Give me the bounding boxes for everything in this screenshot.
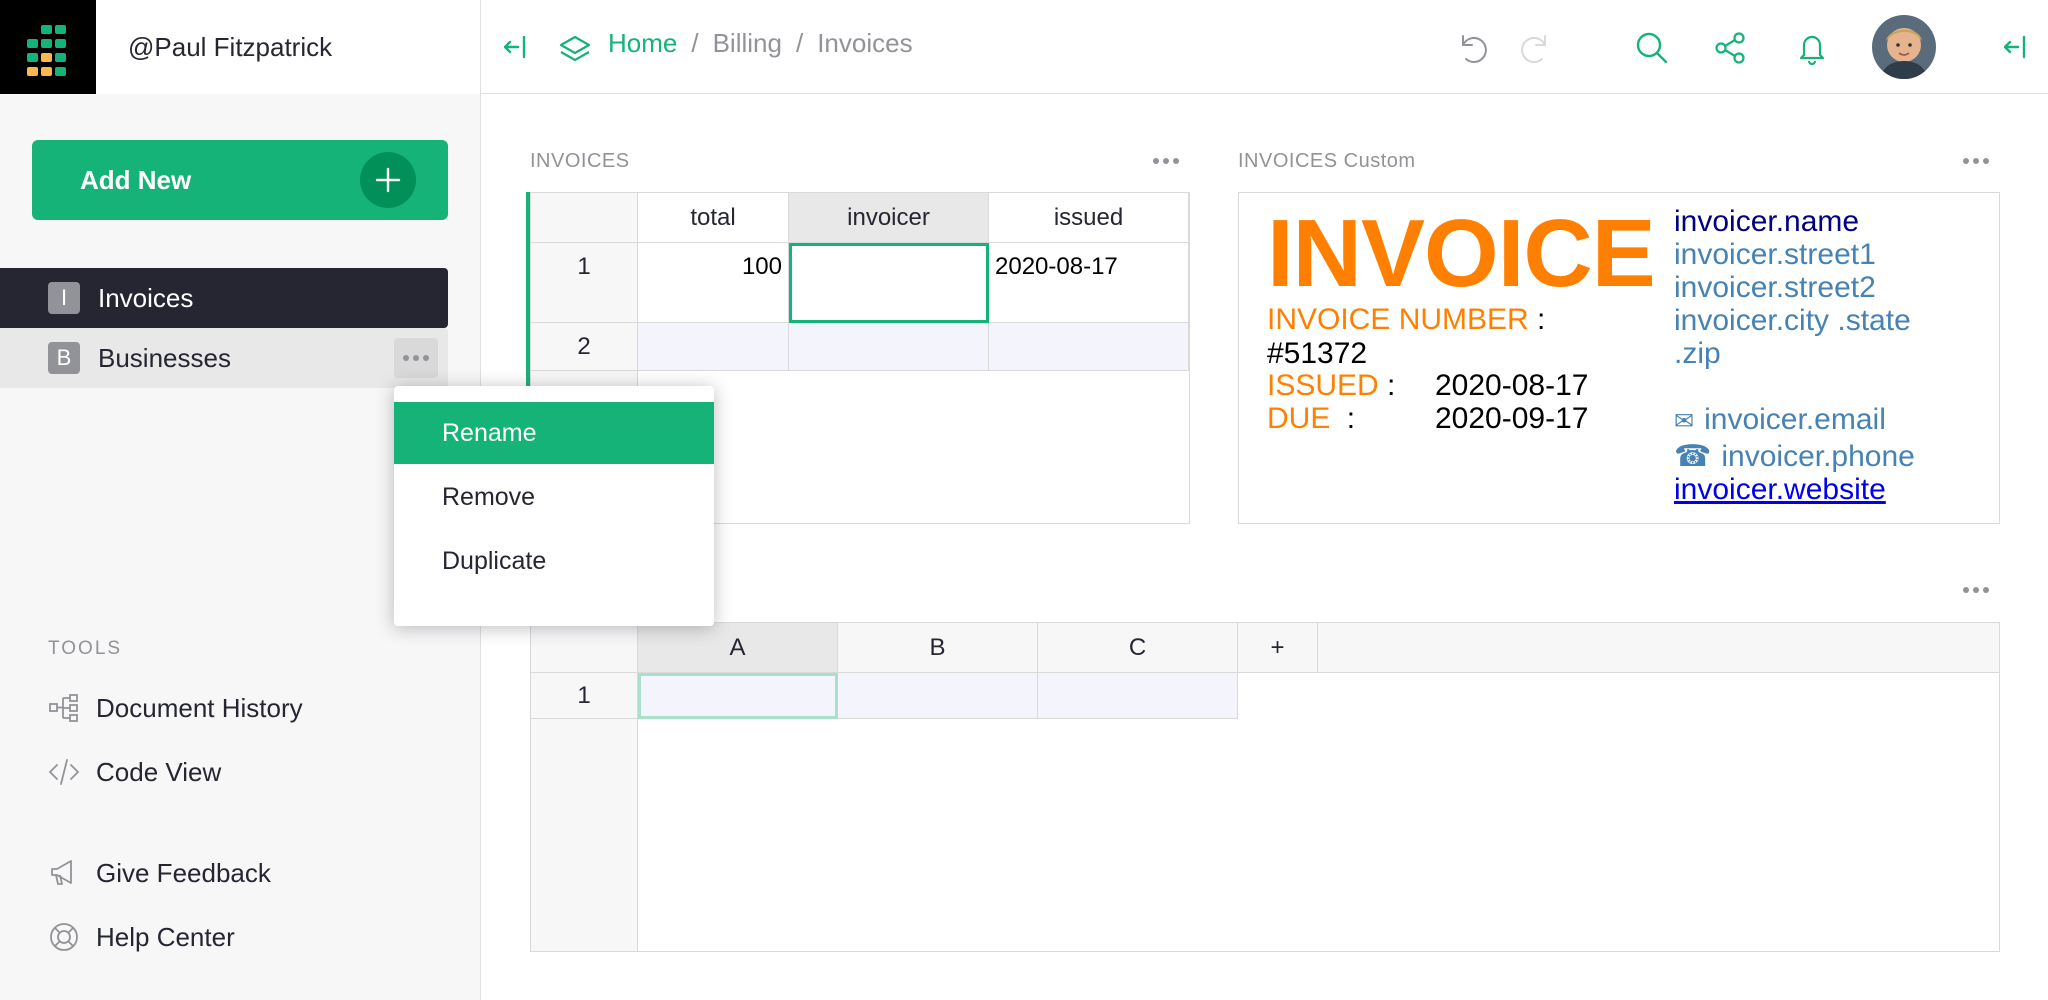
page-item-invoices[interactable]: I Invoices <box>0 268 448 328</box>
invoicer-city-state: invoicer.city .state <box>1674 304 1911 337</box>
grid-corner[interactable] <box>531 623 638 673</box>
section-title-invoices: INVOICES <box>530 150 630 172</box>
column-header-invoicer[interactable]: invoicer <box>789 193 989 243</box>
invoicer-phone-line: ☎ invoicer.phone <box>1674 439 1915 474</box>
breadcrumb-home[interactable]: Home <box>608 28 677 59</box>
menu-item-remove[interactable]: Remove <box>394 466 714 528</box>
invoicer-street2: invoicer.street2 <box>1674 271 1876 304</box>
section-menu-dots-icon[interactable] <box>1956 146 1996 176</box>
breadcrumb-invoices[interactable]: Invoices <box>817 28 912 59</box>
invoicer-email-line: ✉ invoicer.email <box>1674 403 1886 437</box>
share-icon[interactable] <box>1710 28 1750 68</box>
page-label: Businesses <box>98 342 231 373</box>
tool-label: Code View <box>96 756 222 787</box>
issued-label: ISSUED <box>1267 369 1379 402</box>
row-number[interactable]: 1 <box>531 243 638 323</box>
tool-label: Give Feedback <box>96 857 271 888</box>
table-cell-total[interactable]: 100 <box>638 243 789 323</box>
plus-icon <box>360 152 416 208</box>
page-context-menu: Rename Remove Duplicate <box>394 386 714 626</box>
section-menu-dots-icon[interactable] <box>1146 146 1186 176</box>
issued-line: ISSUED : <box>1267 369 1395 403</box>
table-cell-issued[interactable]: 2020-08-17 <box>989 243 1189 323</box>
add-column-button[interactable]: + <box>1238 623 1318 673</box>
column-header-issued[interactable]: issued <box>989 193 1189 243</box>
redo-icon[interactable] <box>1516 28 1556 68</box>
document-history-icon <box>48 692 80 724</box>
user-avatar[interactable] <box>1872 15 1936 79</box>
page-label: Invoices <box>98 282 194 313</box>
column-header-c[interactable]: C <box>1038 623 1238 673</box>
invoicer-email: invoicer.email <box>1704 403 1886 436</box>
menu-item-rename[interactable]: Rename <box>394 402 714 464</box>
tool-label: Document History <box>96 692 303 723</box>
table-cell-a-selected[interactable] <box>638 673 838 719</box>
colon: : <box>1537 303 1546 336</box>
tool-label: Help Center <box>96 921 235 952</box>
column-header-b[interactable]: B <box>838 623 1038 673</box>
section-title-custom: INVOICES Custom <box>1238 150 1416 172</box>
tool-code-view[interactable]: Code View <box>48 752 221 792</box>
row-number[interactable]: 1 <box>531 673 638 719</box>
add-new-button[interactable]: Add New <box>32 140 448 220</box>
tools-heading: TOOLS <box>48 638 123 659</box>
app-logo[interactable] <box>0 0 96 94</box>
invoicer-website-link[interactable]: invoicer.website <box>1674 473 1886 507</box>
lifebuoy-icon <box>48 921 80 953</box>
column-header-total[interactable]: total <box>638 193 789 243</box>
breadcrumb-billing[interactable]: Billing <box>713 28 782 59</box>
table-cell-invoicer-selected[interactable] <box>789 243 989 323</box>
tool-help-center[interactable]: Help Center <box>48 917 235 957</box>
page-item-businesses[interactable]: B Businesses <box>0 328 448 388</box>
table-cell-new[interactable] <box>1038 673 1238 719</box>
table-cell-new[interactable] <box>838 673 1038 719</box>
invoicer-name: invoicer.name <box>1674 205 1860 238</box>
page-menu-dots-icon[interactable] <box>394 338 438 378</box>
table-cell-new[interactable] <box>989 323 1189 371</box>
colon: : <box>1346 402 1356 435</box>
grist-logo-icon <box>27 25 66 76</box>
phone-icon: ☎ <box>1674 440 1712 473</box>
breadcrumb-separator: / <box>795 28 804 58</box>
colon: : <box>1387 369 1396 402</box>
invoice-number-label: INVOICE NUMBER <box>1267 303 1529 336</box>
table-cell-new[interactable] <box>638 323 789 371</box>
bottom-grid: A B C + 1 <box>530 622 2000 952</box>
grid-corner[interactable] <box>531 193 638 243</box>
due-label: DUE <box>1267 402 1331 435</box>
collapse-left-panel-icon[interactable] <box>498 30 532 64</box>
due-line: DUE : <box>1267 402 1355 436</box>
breadcrumb-separator: / <box>691 28 699 58</box>
add-new-label: Add New <box>80 164 192 195</box>
tool-give-feedback[interactable]: Give Feedback <box>48 853 271 893</box>
invoicer-street1: invoicer.street1 <box>1674 238 1876 271</box>
due-value: 2020-09-17 <box>1435 402 1589 435</box>
section-menu-dots-icon[interactable] <box>1956 575 1996 605</box>
invoicer-zip: .zip <box>1674 337 1721 370</box>
envelope-icon: ✉ <box>1674 408 1695 435</box>
column-header-a[interactable]: A <box>638 623 838 673</box>
search-icon[interactable] <box>1632 28 1672 68</box>
page-initial-badge: B <box>48 342 80 374</box>
breadcrumb: Home / Billing / Invoices <box>596 28 913 59</box>
page-initial-badge: I <box>48 282 80 314</box>
tool-document-history[interactable]: Document History <box>48 688 303 728</box>
megaphone-icon <box>48 857 80 889</box>
issued-value: 2020-08-17 <box>1435 369 1589 402</box>
code-icon <box>48 756 80 788</box>
account-name[interactable]: @Paul Fitzpatrick <box>128 32 332 63</box>
invoice-number-value: #51372 <box>1267 337 1368 370</box>
layers-icon <box>556 30 594 68</box>
table-cell-new[interactable] <box>789 323 989 371</box>
undo-icon[interactable] <box>1452 28 1492 68</box>
row-number[interactable]: 2 <box>531 323 638 371</box>
invoicer-phone: invoicer.phone <box>1721 440 1915 473</box>
menu-item-duplicate[interactable]: Duplicate <box>394 530 714 592</box>
custom-widget-invoice[interactable]: INVOICE INVOICE NUMBER : #51372 ISSUED :… <box>1238 192 2000 524</box>
bell-icon[interactable] <box>1792 28 1832 68</box>
invoice-number-line: INVOICE NUMBER : <box>1267 303 1545 337</box>
invoice-heading: INVOICE <box>1267 200 1656 307</box>
collapse-right-panel-icon[interactable] <box>1998 30 2032 64</box>
